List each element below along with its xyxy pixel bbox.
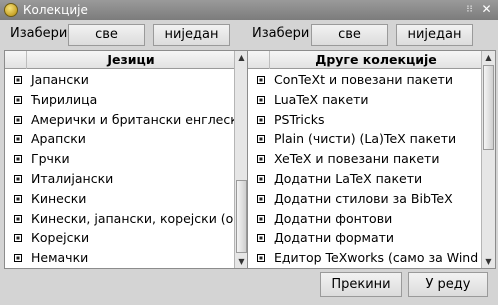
list-item-label: Додатни LaTeX пакети xyxy=(274,170,423,186)
window-title: Колекције xyxy=(23,3,88,17)
list-item-label: Plain (чисти) (La)TeX пакети xyxy=(274,131,457,147)
left-select-label: Изабери xyxy=(10,26,68,41)
checkbox-checked-icon[interactable] xyxy=(14,115,22,124)
checkbox-checked-icon[interactable] xyxy=(14,214,22,223)
list-item[interactable]: LuaTeX пакети xyxy=(248,90,481,110)
left-select-none-button[interactable]: ниједан xyxy=(153,24,230,46)
list-item-label: Италијански xyxy=(31,170,114,186)
checkbox-checked-icon[interactable] xyxy=(14,254,22,263)
other-collections-list[interactable]: Друге колекције ConTeXt и повезани пакет… xyxy=(247,50,496,269)
list-item[interactable]: Додатни фонтови xyxy=(248,209,481,229)
list-item[interactable]: Грчки xyxy=(5,149,234,169)
list-item[interactable]: XeTeX и повезани пакети xyxy=(248,149,481,169)
list-item[interactable]: Немачки xyxy=(5,248,234,268)
checkbox-checked-icon[interactable] xyxy=(257,95,265,104)
languages-scrollbar[interactable]: ▲ ▼ xyxy=(234,51,248,268)
list-item[interactable]: PSTricks xyxy=(248,110,481,130)
list-item-label: Ћирилица xyxy=(31,91,98,107)
list-item-label: Амерички и британски енглески xyxy=(31,111,234,127)
list-item[interactable]: Кинески xyxy=(5,189,234,209)
other-collections-scrollbar[interactable]: ▲ ▼ xyxy=(481,51,495,268)
checkbox-checked-icon[interactable] xyxy=(14,155,22,164)
list-item-label: PSTricks xyxy=(274,111,325,127)
list-item-label: Едитор TeXworks (само за Wind xyxy=(274,250,479,266)
list-item[interactable]: Арапски xyxy=(5,129,234,149)
scrollbar-thumb[interactable] xyxy=(483,65,494,150)
checkbox-checked-icon[interactable] xyxy=(14,174,22,183)
list-item-label: Немачки xyxy=(31,250,89,266)
left-select-all-button[interactable]: све xyxy=(68,24,145,46)
checkbox-column-header xyxy=(5,51,27,69)
list-item-label: Кинески, јапански, корејски (о xyxy=(31,210,234,226)
list-item-label: Арапски xyxy=(31,131,86,147)
other-collections-header-label: Друге колекције xyxy=(315,52,437,67)
list-item-label: Додатни фонтови xyxy=(274,210,393,226)
list-item-label: LuaTeX пакети xyxy=(274,91,369,107)
checkbox-checked-icon[interactable] xyxy=(257,135,265,144)
list-item-label: Кинески xyxy=(31,190,87,206)
list-item-label: Додатни стилови за BibTeX xyxy=(274,190,453,206)
checkbox-checked-icon[interactable] xyxy=(14,234,22,243)
checkbox-column-header xyxy=(248,51,270,69)
checkbox-checked-icon[interactable] xyxy=(257,234,265,243)
title-bar[interactable]: Колекције ⁝⁝ ✕ xyxy=(0,0,498,20)
languages-header[interactable]: Језици xyxy=(5,51,235,69)
list-item[interactable]: Ћирилица xyxy=(5,90,234,110)
checkbox-checked-icon[interactable] xyxy=(257,115,265,124)
scroll-down-icon[interactable]: ▼ xyxy=(482,255,495,268)
checkbox-checked-icon[interactable] xyxy=(257,174,265,183)
app-icon xyxy=(4,3,18,17)
other-collections-header[interactable]: Друге колекције xyxy=(248,51,482,69)
pin-icon[interactable]: ⁝⁝ xyxy=(463,3,476,16)
right-select-none-button[interactable]: ниједан xyxy=(396,24,473,46)
languages-rows: Јапански Ћирилица Амерички и британски енг… xyxy=(5,70,234,268)
other-collections-rows: ConTeXt и повезани пакети LuaTeX пакети PS… xyxy=(248,70,481,268)
checkbox-checked-icon[interactable] xyxy=(257,76,265,84)
list-item[interactable]: Јапански xyxy=(5,70,234,90)
checkbox-checked-icon[interactable] xyxy=(257,214,265,223)
list-item-label: Додатни формати xyxy=(274,230,395,246)
close-icon[interactable]: ✕ xyxy=(480,3,493,16)
checkbox-checked-icon[interactable] xyxy=(14,76,22,84)
list-item-label: XeTeX и повезани пакети xyxy=(274,151,440,167)
list-item[interactable]: ConTeXt и повезани пакети xyxy=(248,70,481,90)
scroll-up-icon[interactable]: ▲ xyxy=(482,51,495,64)
checkbox-checked-icon[interactable] xyxy=(14,194,22,203)
list-item-label: ConTeXt и повезани пакети xyxy=(274,72,453,87)
scrollbar-thumb[interactable] xyxy=(236,180,247,253)
checkbox-checked-icon[interactable] xyxy=(14,95,22,104)
right-select-all-button[interactable]: све xyxy=(311,24,388,46)
list-item[interactable]: Додатни стилови за BibTeX xyxy=(248,189,481,209)
list-item[interactable]: Корејски xyxy=(5,228,234,248)
list-item[interactable]: Италијански xyxy=(5,169,234,189)
list-item[interactable]: Додатни LaTeX пакети xyxy=(248,169,481,189)
list-item[interactable]: Кинески, јапански, корејски (о xyxy=(5,209,234,229)
list-item[interactable]: Едитор TeXworks (само за Wind xyxy=(248,248,481,268)
list-item-label: Корејски xyxy=(31,230,90,246)
checkbox-checked-icon[interactable] xyxy=(257,194,265,203)
languages-list[interactable]: Језици Јапански Ћирилица Амерички и британ… xyxy=(4,50,249,269)
list-item-label: Јапански xyxy=(31,72,89,87)
list-item[interactable]: Амерички и британски енглески xyxy=(5,110,234,130)
checkbox-checked-icon[interactable] xyxy=(257,254,265,263)
right-select-label: Изабери xyxy=(252,26,310,41)
checkbox-checked-icon[interactable] xyxy=(257,155,265,164)
list-item[interactable]: Plain (чисти) (La)TeX пакети xyxy=(248,129,481,149)
list-item-label: Грчки xyxy=(31,151,70,167)
cancel-button[interactable]: Прекини xyxy=(320,272,402,297)
list-item[interactable]: Додатни формати xyxy=(248,228,481,248)
ok-button[interactable]: У реду xyxy=(408,272,488,297)
languages-header-label: Језици xyxy=(107,52,155,67)
checkbox-checked-icon[interactable] xyxy=(14,135,22,144)
